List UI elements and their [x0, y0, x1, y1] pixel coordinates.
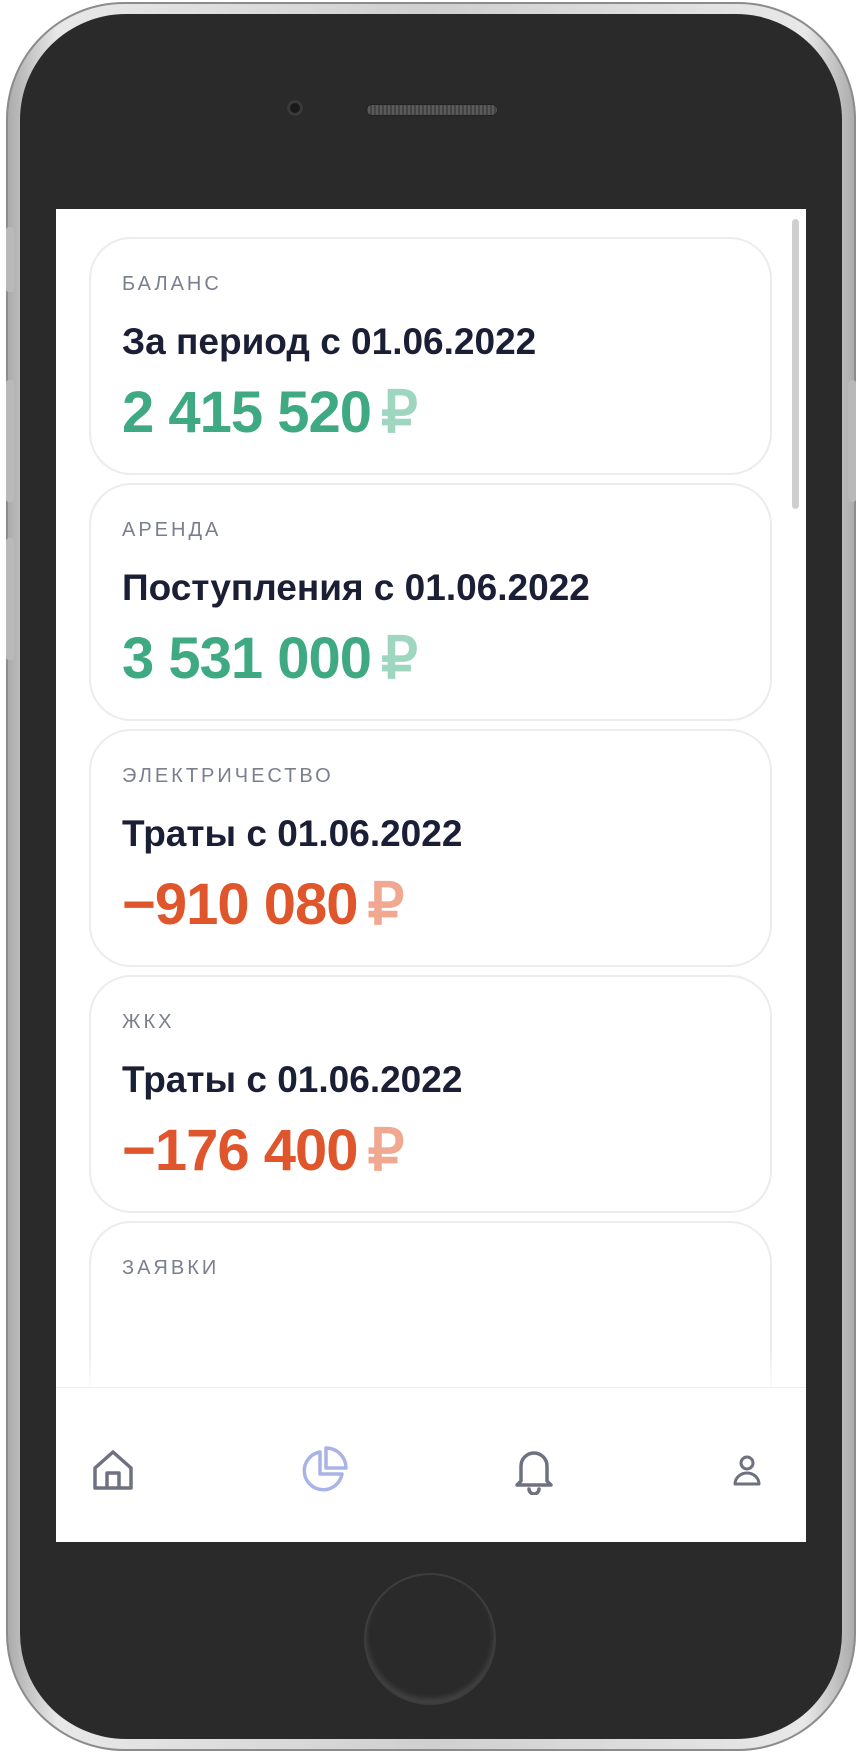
- currency-sign: ₽: [381, 380, 418, 445]
- bell-icon: [515, 1451, 553, 1495]
- rent-card[interactable]: АРЕНДА Поступления с 01.06.2022 3 531 00…: [89, 483, 772, 721]
- card-amount: 3 531 000 ₽: [122, 624, 418, 692]
- nav-analytics-button[interactable]: [294, 1440, 354, 1500]
- nav-home-button[interactable]: [83, 1440, 143, 1500]
- currency-sign: ₽: [367, 1118, 405, 1183]
- home-icon: [93, 1450, 133, 1490]
- card-amount: 2 415 520 ₽: [122, 378, 418, 446]
- card-title: Поступления с 01.06.2022: [122, 567, 590, 608]
- utilities-card[interactable]: ЖКХ Траты с 01.06.2022 −176 400 ₽: [89, 975, 772, 1213]
- mute-switch: [6, 227, 14, 292]
- card-title: За период с 01.06.2022: [122, 321, 537, 362]
- amount-value: −910 080: [122, 872, 359, 937]
- card-amount: −176 400 ₽: [122, 1116, 405, 1184]
- bottom-navigation: [56, 1387, 806, 1542]
- currency-sign: ₽: [367, 872, 405, 937]
- balance-card[interactable]: БАЛАНС За период с 01.06.2022 2 415 520 ₽: [89, 237, 772, 475]
- card-caption: БАЛАНС: [122, 273, 222, 295]
- electricity-card[interactable]: ЭЛЕКТРИЧЕСТВО Траты с 01.06.2022 −910 08…: [89, 729, 772, 967]
- power-button: [848, 380, 856, 502]
- user-icon: [733, 1455, 761, 1486]
- app-screen: БАЛАНС За период с 01.06.2022 2 415 520 ₽…: [56, 209, 806, 1542]
- currency-sign: ₽: [381, 626, 418, 691]
- amount-value: −176 400: [122, 1118, 359, 1183]
- card-title: Траты с 01.06.2022: [122, 813, 463, 854]
- card-amount: −910 080 ₽: [122, 870, 405, 938]
- amount-value: 2 415 520: [122, 380, 372, 445]
- card-caption: АРЕНДА: [122, 519, 222, 541]
- home-button[interactable]: [366, 1575, 494, 1703]
- earpiece-speaker: [366, 104, 498, 116]
- volume-down-button: [6, 538, 14, 660]
- volume-up-button: [6, 380, 14, 502]
- card-caption: ЗАЯВКИ: [122, 1257, 220, 1279]
- dashboard-feed[interactable]: БАЛАНС За период с 01.06.2022 2 415 520 ₽…: [56, 209, 806, 1387]
- front-camera: [287, 100, 303, 116]
- nav-profile-button[interactable]: [717, 1440, 777, 1500]
- scrollbar-thumb[interactable]: [792, 219, 799, 509]
- card-caption: ЖКХ: [122, 1011, 175, 1033]
- card-title: Траты с 01.06.2022: [122, 1059, 463, 1100]
- requests-card[interactable]: ЗАЯВКИ: [89, 1221, 772, 1387]
- card-caption: ЭЛЕКТРИЧЕСТВО: [122, 765, 334, 787]
- phone-mockup: БАЛАНС За период с 01.06.2022 2 415 520 ₽…: [0, 0, 862, 1753]
- amount-value: 3 531 000: [122, 626, 372, 691]
- pie-chart-icon: [302, 1446, 348, 1492]
- nav-notifications-button[interactable]: [504, 1440, 564, 1500]
